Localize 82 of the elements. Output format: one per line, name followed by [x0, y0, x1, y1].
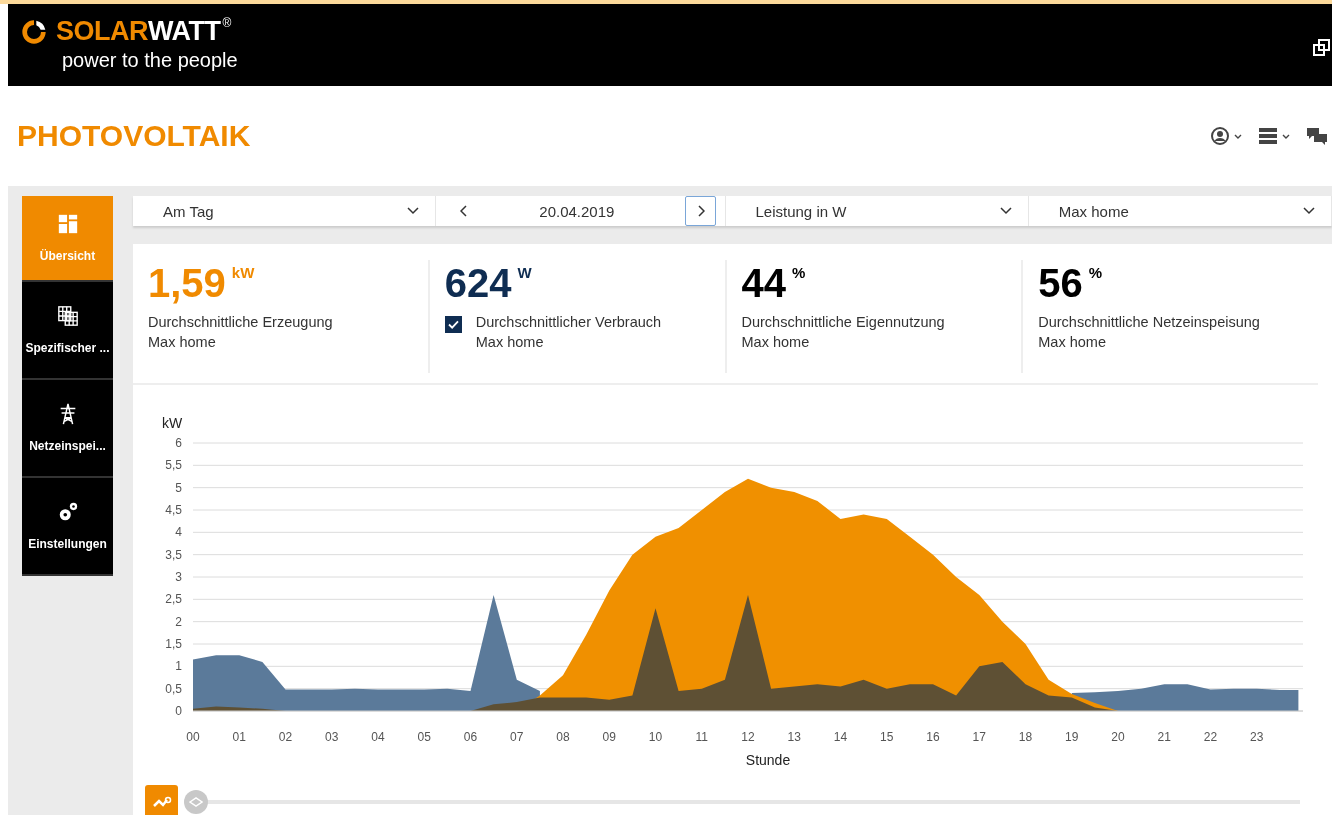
server-menu-icon[interactable] [1258, 126, 1292, 146]
y-tick-label: 3 [175, 570, 182, 584]
x-tick-label: 04 [371, 730, 385, 744]
brand-name: SOLAR [56, 16, 148, 47]
x-tick-label: 02 [278, 730, 293, 744]
stat-label: Durchschnittliche Erzeugung [148, 314, 333, 330]
x-tick-label: 14 [833, 730, 848, 744]
x-tick-label: 19 [1065, 730, 1079, 744]
stat-label: Durchschnittlicher Verbrauch [475, 314, 662, 330]
stat-unit: % [792, 264, 806, 281]
sidebar-item[interactable]: Spezifischer ... [22, 282, 113, 380]
unit-dropdown[interactable]: Leistung in W [725, 196, 1029, 226]
x-tick-label: 06 [463, 730, 478, 744]
y-tick-label: 2 [175, 614, 182, 629]
window-icon[interactable] [1312, 38, 1332, 58]
system-name: Max home [741, 334, 811, 350]
x-tick-label: 07 [510, 730, 524, 744]
stat-unit: kW [231, 264, 255, 281]
x-tick-label: 12 [741, 730, 755, 744]
sidebar-item[interactable]: Einstellungen [22, 478, 113, 576]
x-tick-label: 11 [695, 730, 708, 744]
x-tick-label: 22 [1203, 730, 1218, 744]
stat-unit: W [517, 264, 532, 281]
x-tick-label: 00 [186, 730, 200, 744]
x-tick-label: 17 [972, 730, 986, 744]
y-tick-label: 6 [175, 436, 182, 450]
user-menu-icon[interactable] [1210, 126, 1244, 146]
stat-label: Durchschnittliche Eigennutzung [741, 314, 945, 330]
y-tick-label: 0 [175, 704, 182, 718]
checkbox[interactable] [444, 316, 462, 333]
x-tick-label: 16 [926, 730, 940, 744]
next-button[interactable] [685, 196, 717, 226]
x-tick-label: 15 [880, 730, 894, 744]
page-title: PHOTOVOLTAIK [17, 119, 251, 153]
logo-icon [20, 18, 48, 46]
y-tick-label: 1,5 [165, 637, 182, 651]
stat-unit: % [1088, 264, 1103, 281]
chevron-down-icon [407, 207, 420, 215]
system-name: Max home [148, 334, 217, 350]
x-tick-label: 13 [787, 730, 801, 744]
y-axis-unit: kW [162, 415, 183, 431]
stat-value: 1,59 [148, 260, 226, 306]
system-dropdown[interactable]: Max home [1028, 196, 1332, 226]
stat-value: 44 [741, 260, 786, 306]
x-tick-label: 18 [1018, 730, 1033, 744]
tagline: power to the people [62, 49, 238, 72]
y-tick-label: 0,5 [165, 681, 182, 696]
stat-value: 624 [444, 260, 512, 306]
solar-panel-icon [56, 305, 79, 327]
stat-value: 56 [1038, 260, 1083, 306]
chat-icon[interactable] [1306, 126, 1328, 146]
x-tick-label: 05 [417, 730, 431, 744]
chevron-down-icon [1303, 207, 1315, 215]
y-tick-label: 4,5 [165, 503, 182, 517]
line-chart-icon [151, 795, 172, 808]
stat-label: Durchschnittliche Netzeinspeisung [1038, 314, 1260, 330]
x-tick-label: 03 [325, 730, 339, 744]
y-tick-label: 3,5 [165, 547, 182, 562]
system-name: Max home [475, 334, 545, 350]
registered-mark: ® [222, 16, 232, 30]
date-label: 20.04.2019 [539, 202, 615, 220]
grid-icon [56, 213, 79, 235]
x-tick-label: 01 [232, 730, 246, 744]
y-tick-label: 5 [175, 480, 182, 495]
x-tick-label: 21 [1157, 730, 1171, 744]
brand-name: WATT [148, 16, 221, 47]
y-tick-label: 4 [175, 525, 182, 540]
y-tick-label: 2,5 [165, 592, 182, 607]
period-dropdown[interactable]: Am Tag [133, 196, 437, 226]
sidebar-item[interactable]: Netzeinspei... [22, 380, 113, 478]
chevron-down-icon [999, 207, 1012, 215]
x-tick-label: 10 [648, 730, 663, 744]
system-name: Max home [1038, 334, 1107, 350]
x-tick-label: 08 [556, 730, 570, 744]
check-icon [447, 320, 459, 329]
y-tick-label: 1 [175, 659, 182, 674]
y-tick-label: 5,5 [165, 458, 182, 473]
x-tick-label: 09 [602, 730, 616, 744]
x-tick-label: 20 [1111, 730, 1125, 744]
range-handle[interactable] [184, 789, 208, 814]
x-axis-title: Stunde [745, 752, 791, 768]
x-tick-label: 23 [1250, 730, 1264, 744]
